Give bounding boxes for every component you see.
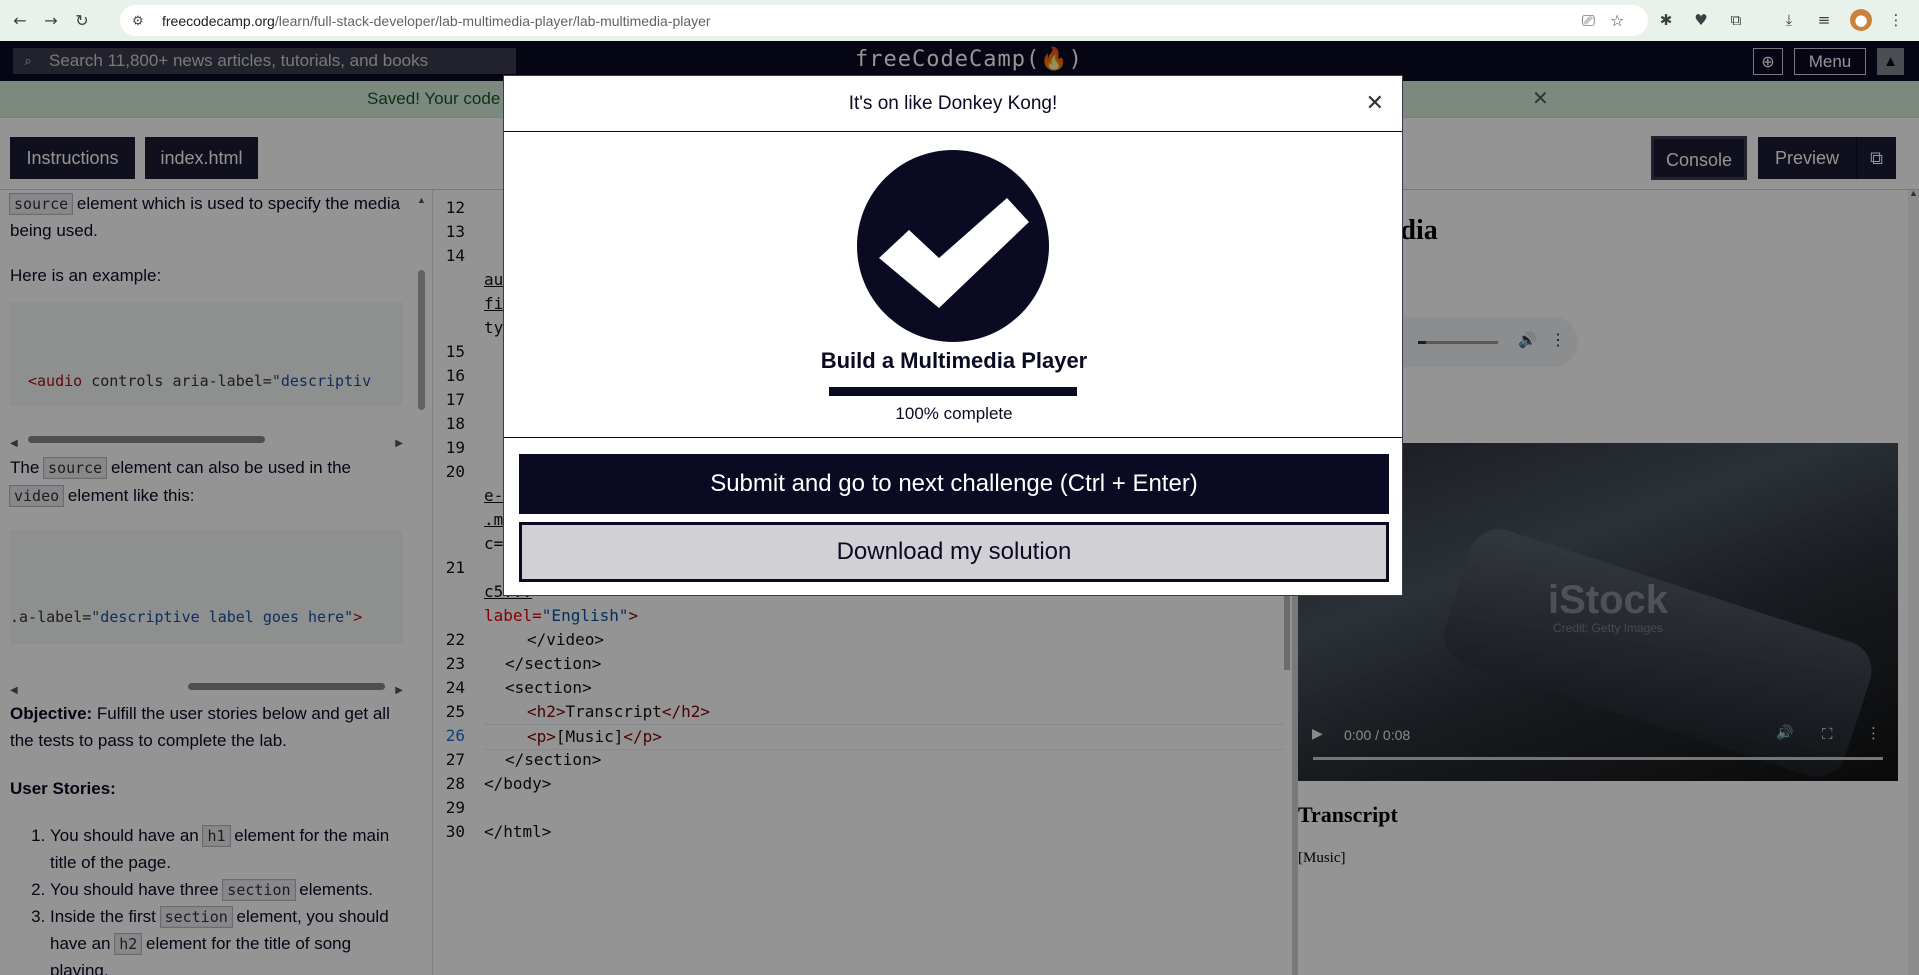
browser-toolbar: ← → ↻ ⚙ freecodecamp.org/learn/full-stac…: [0, 0, 1919, 41]
modal-close-icon[interactable]: ✕: [1366, 91, 1384, 116]
bookmark-star-icon[interactable]: ☆: [1610, 11, 1624, 30]
reload-icon[interactable]: ↻: [71, 10, 93, 32]
modal-header: It's on like Donkey Kong!: [504, 76, 1402, 132]
forward-icon[interactable]: →: [40, 10, 62, 32]
download-icon[interactable]: ⤓: [1778, 9, 1800, 31]
progress-bar: [829, 387, 1077, 396]
completion-modal: It's on like Donkey Kong! ✕ Build a Mult…: [503, 75, 1403, 596]
download-solution-button[interactable]: Download my solution: [519, 522, 1389, 582]
extensions-puzzle-icon[interactable]: ⧉: [1725, 9, 1747, 31]
progress-text: 100% complete: [895, 404, 1013, 423]
back-icon[interactable]: ←: [9, 10, 31, 32]
progress-fill: [829, 387, 1077, 396]
profile-avatar-icon[interactable]: ●: [1850, 9, 1872, 31]
url-path: /learn/full-stack-developer/lab-multimed…: [274, 12, 711, 29]
success-check-icon: [857, 150, 1049, 342]
extension-bug-icon[interactable]: ✱: [1655, 9, 1677, 31]
modal-header-text: It's on like Donkey Kong!: [848, 93, 1058, 114]
submit-next-button[interactable]: Submit and go to next challenge (Ctrl + …: [519, 454, 1389, 514]
modal-body: Build a Multimedia Player 100% complete: [504, 132, 1402, 438]
media-control-icon[interactable]: ≡: [1813, 9, 1835, 31]
url-host: freecodecamp.org: [162, 12, 275, 29]
challenge-title: Build a Multimedia Player: [820, 348, 1088, 373]
url-text: freecodecamp.org/learn/full-stack-develo…: [162, 13, 711, 29]
install-app-icon[interactable]: ⎚: [1582, 11, 1595, 31]
address-bar[interactable]: ⚙ freecodecamp.org/learn/full-stack-deve…: [120, 5, 1648, 36]
browser-menu-icon[interactable]: ⋮: [1885, 9, 1907, 31]
extension-heart-icon[interactable]: ♥: [1690, 9, 1712, 31]
site-info-icon[interactable]: ⚙: [132, 13, 152, 29]
